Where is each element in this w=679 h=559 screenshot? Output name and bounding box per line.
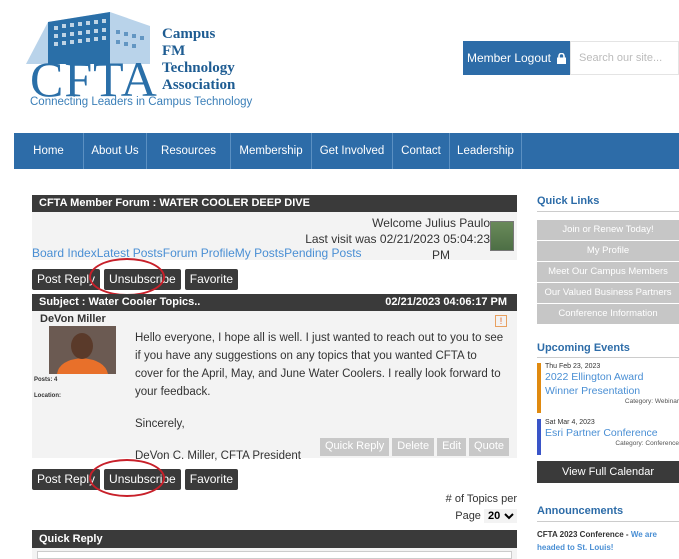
posts-meta: Posts: 4 [34, 377, 58, 383]
event-category: Category: Webinar [624, 398, 679, 405]
site-search-input[interactable]: Search our site... [570, 41, 679, 75]
quick-link-campus-members[interactable]: Meet Our Campus Members [537, 262, 679, 282]
quick-links-title: Quick Links [537, 195, 600, 207]
quick-link-business-partners[interactable]: Our Valued Business Partners [537, 283, 679, 303]
topics-per-page: # of Topics per Page 20 [420, 491, 517, 525]
delete-button[interactable]: Delete [392, 438, 435, 456]
forum-post: DeVon Miller Posts: 4 Location: ! Hello … [32, 311, 517, 462]
author-portrait-icon [49, 326, 116, 374]
divider [537, 211, 679, 212]
quick-reply-panel [32, 548, 517, 559]
post-actions: Quick Reply Delete Edit Quote [319, 438, 509, 456]
event-item: Thu Feb 23, 2023 2022 Ellington Award Wi… [537, 363, 679, 413]
event-title[interactable]: Esri Partner Conference [545, 426, 679, 440]
link-forum-profile[interactable]: Forum Profile [163, 246, 235, 260]
event-item: Sat Mar 4, 2023 Esri Partner Conference … [537, 419, 679, 455]
forum-title: CFTA Member Forum : WATER COOLER DEEP DI… [32, 195, 517, 212]
edit-button[interactable]: Edit [437, 438, 467, 456]
event-date: Thu Feb 23, 2023 [545, 363, 601, 370]
author-name[interactable]: DeVon Miller [40, 313, 106, 325]
lock-icon [557, 52, 567, 64]
nav-contact[interactable]: Contact [393, 133, 450, 169]
subject-bar: Subject : Water Cooler Topics.. 02/21/20… [32, 294, 517, 311]
event-category: Category: Conference [615, 440, 679, 447]
author-photo [49, 326, 116, 374]
quick-reply-textarea[interactable] [37, 551, 512, 559]
cfta-logo[interactable]: CFTA Campus FM Technology Association Co… [26, 8, 266, 108]
announcements-title: Announcements [537, 505, 624, 517]
divider [537, 521, 679, 522]
nav-about-us[interactable]: About Us [84, 133, 147, 169]
link-my-posts[interactable]: My Posts [235, 246, 284, 260]
quote-button[interactable]: Quote [469, 438, 509, 456]
link-pending-posts[interactable]: Pending Posts [284, 246, 361, 260]
location-meta: Location: [34, 393, 61, 399]
highlight-oval-top [89, 258, 165, 296]
event-date: Sat Mar 4, 2023 [545, 419, 595, 426]
report-flag-icon[interactable]: ! [495, 315, 507, 327]
link-board-index[interactable]: Board Index [32, 246, 97, 260]
tagline: Connecting Leaders in Campus Technology [30, 96, 253, 108]
divider [537, 357, 679, 358]
quick-link-my-profile[interactable]: My Profile [537, 241, 679, 261]
quick-reply-title: Quick Reply [32, 530, 517, 548]
topics-per-page-select[interactable]: 20 [484, 509, 517, 523]
nav-resources[interactable]: Resources [147, 133, 231, 169]
announcement-item: CFTA 2023 Conference - We are headed to … [537, 530, 657, 552]
welcome-panel: Welcome Julius Paulo Last visit was 02/2… [32, 212, 517, 262]
quick-link-conference-info[interactable]: Conference Information [537, 304, 679, 324]
post-date: 02/21/2023 04:06:17 PM [385, 296, 507, 308]
upcoming-events-title: Upcoming Events [537, 342, 630, 354]
nav-membership[interactable]: Membership [231, 133, 312, 169]
org-name: Campus FM Technology Association [162, 26, 236, 93]
nav-home[interactable]: Home [14, 133, 84, 169]
quick-reply-button[interactable]: Quick Reply [319, 438, 390, 456]
favorite-button-bottom[interactable]: Favorite [184, 469, 239, 490]
user-avatar[interactable] [490, 221, 514, 251]
main-nav: Home About Us Resources Membership Get I… [14, 133, 679, 169]
event-title[interactable]: 2022 Ellington Award Winner Presentation [545, 370, 679, 398]
member-logout-button[interactable]: Member Logout [463, 41, 570, 75]
view-full-calendar-button[interactable]: View Full Calendar [537, 461, 679, 483]
forum-links: Board IndexLatest PostsForum ProfileMy P… [32, 246, 362, 260]
highlight-oval-bottom [89, 459, 165, 497]
favorite-button[interactable]: Favorite [184, 269, 239, 290]
page: CFTA Campus FM Technology Association Co… [0, 0, 679, 559]
quick-link-join[interactable]: Join or Renew Today! [537, 220, 679, 240]
subject-text: Subject : Water Cooler Topics.. [39, 296, 201, 308]
nav-get-involved[interactable]: Get Involved [312, 133, 393, 169]
logout-label: Member Logout [466, 51, 552, 65]
nav-leadership[interactable]: Leadership [450, 133, 522, 169]
